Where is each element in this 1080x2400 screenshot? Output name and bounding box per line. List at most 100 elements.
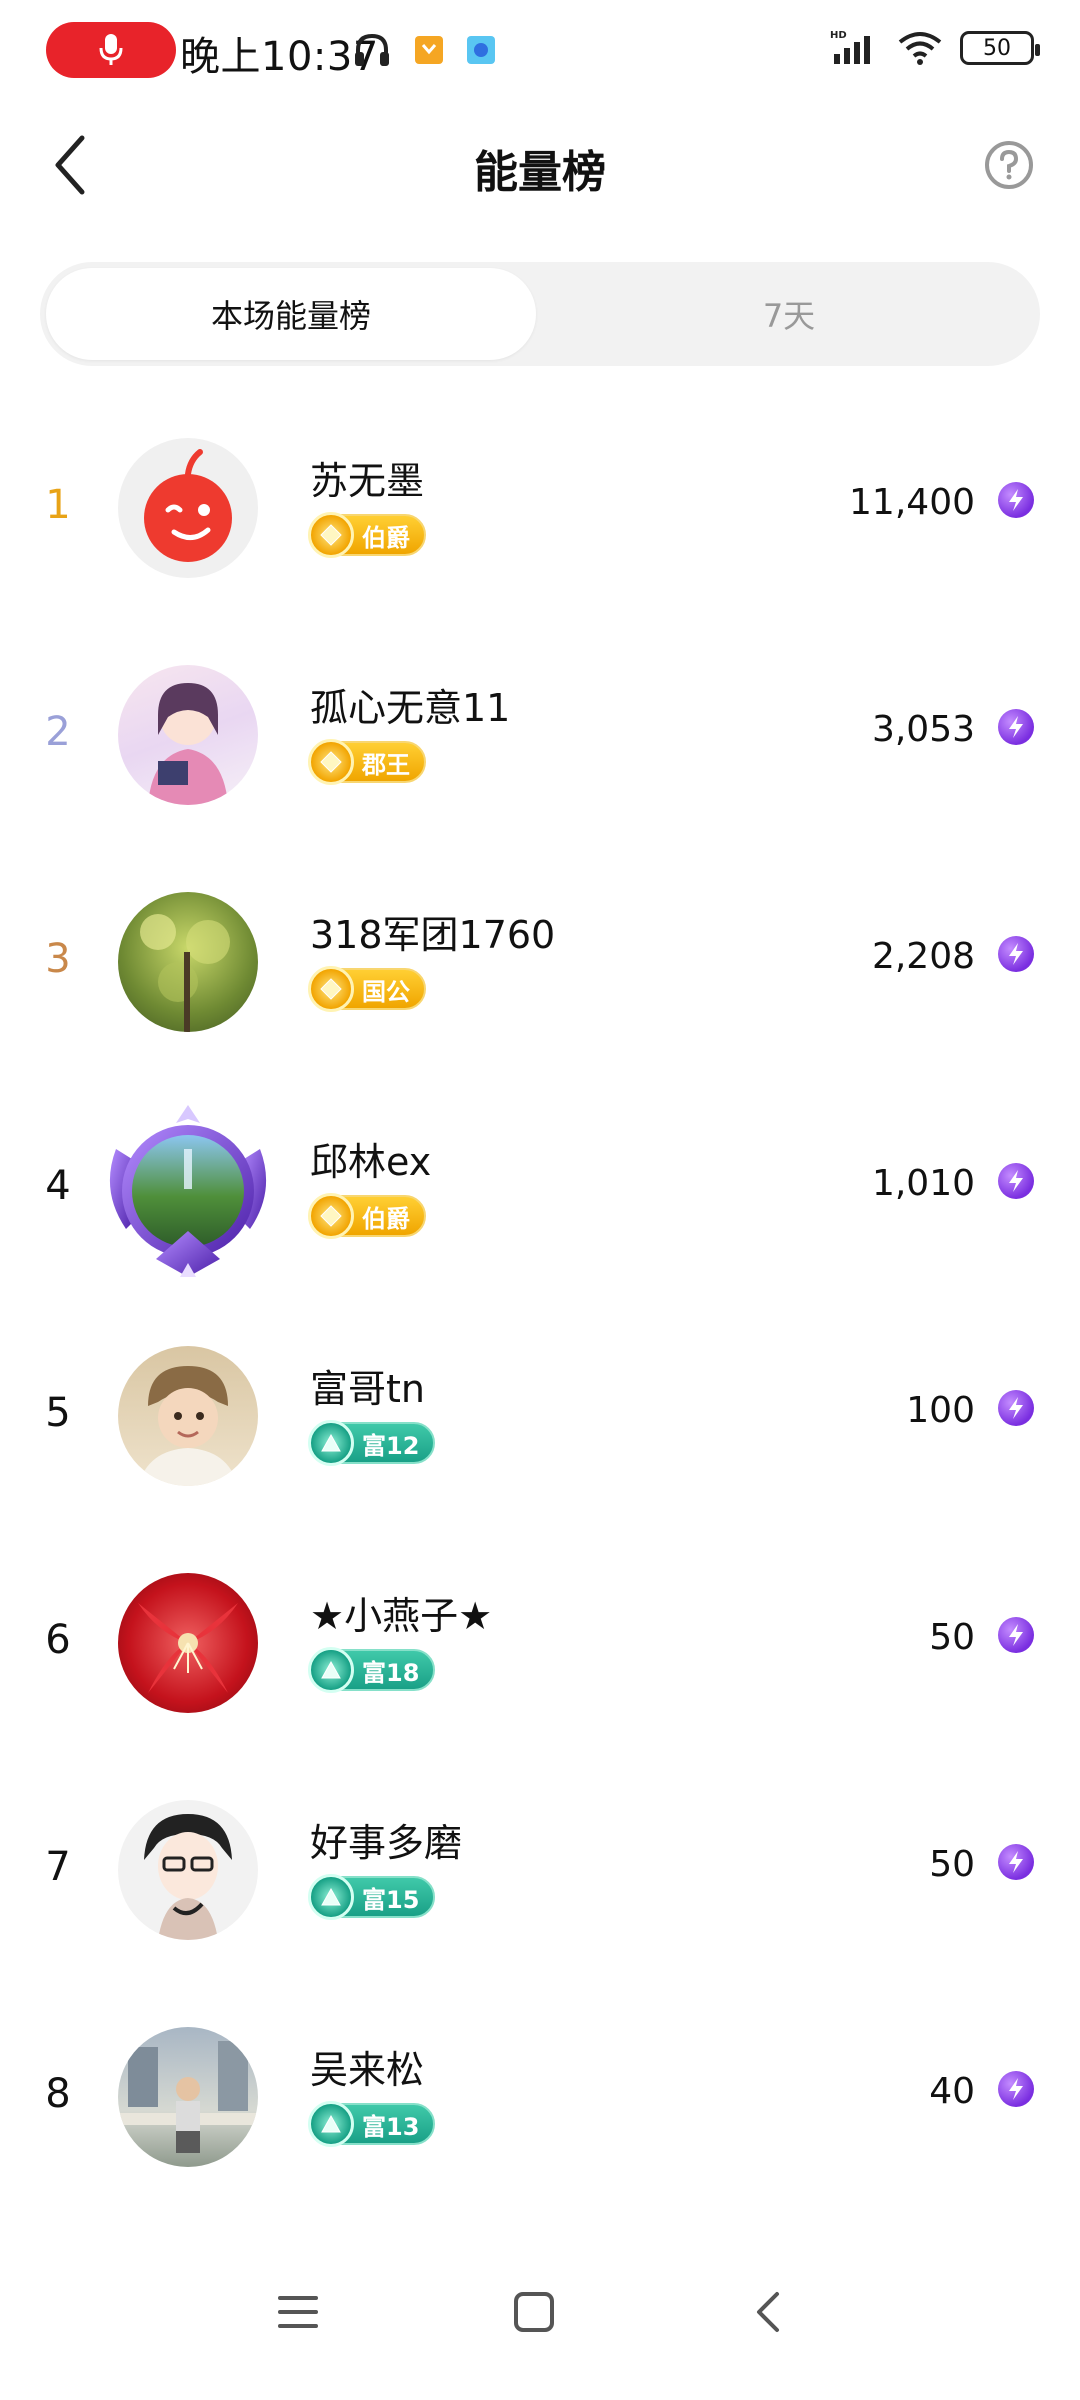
avatar[interactable]: [118, 1573, 258, 1713]
recording-indicator[interactable]: [46, 22, 176, 78]
page-title: 能量榜: [474, 147, 606, 198]
energy-icon: [998, 1163, 1034, 1199]
help-button[interactable]: [984, 140, 1034, 190]
ranking-list: 1 苏无墨 伯爵 11,400 2 孤心无意11 郡王 3,053 3 318军…: [0, 430, 1080, 2246]
list-item[interactable]: 1 苏无墨 伯爵 11,400: [0, 430, 1080, 657]
app-notification-icon: [415, 36, 443, 64]
rank-number: 8: [45, 2071, 71, 2117]
energy-score: 1,010: [871, 1163, 975, 1204]
list-item[interactable]: 2 孤心无意11 郡王 3,053: [0, 657, 1080, 884]
avatar[interactable]: [118, 665, 258, 805]
menu-button[interactable]: [268, 2282, 328, 2342]
ranking-tabs: 本场能量榜 7天: [40, 262, 1040, 366]
tab-current-session[interactable]: 本场能量榜: [46, 268, 536, 360]
app-notification-icon-2: [467, 36, 495, 64]
energy-icon: [998, 1844, 1034, 1880]
home-button[interactable]: [504, 2282, 564, 2342]
energy-icon: [998, 1617, 1034, 1653]
avatar[interactable]: [118, 892, 258, 1032]
signal-icon: HD: [830, 30, 870, 64]
list-item[interactable]: 6 ★小燕子★ 富18 50: [0, 1565, 1080, 1792]
status-icons-left: [352, 30, 496, 70]
home-icon: [514, 2292, 554, 2332]
rank-number: 6: [45, 1617, 71, 1663]
avatar-image: [138, 1603, 238, 1693]
badge-label: 郡王: [362, 750, 410, 779]
triangle-icon: [308, 1874, 354, 1920]
page-header: 能量榜: [0, 110, 1080, 220]
list-item[interactable]: 5 富哥tn 富12 100: [0, 1338, 1080, 1565]
status-time: 晚上10:37: [180, 34, 379, 80]
status-bar: 晚上10:37 HD 50: [0, 0, 1080, 100]
headphones-icon: [355, 33, 389, 66]
rank-number: 2: [45, 709, 71, 755]
rank-number: 5: [45, 1390, 71, 1436]
user-name: 富哥tn: [310, 1367, 425, 1411]
avatar-image: [140, 914, 230, 1032]
user-name: 好事多磨: [310, 1821, 463, 1865]
avatar[interactable]: [118, 1800, 258, 1940]
list-item[interactable]: 3 318军团1760 国公 2,208: [0, 884, 1080, 1111]
nav-back-icon: [757, 2292, 779, 2332]
badge-label: 伯爵: [362, 523, 410, 552]
rank-number: 7: [45, 1844, 71, 1890]
user-name: ★小燕子★: [310, 1594, 493, 1638]
wifi-icon: [898, 32, 942, 65]
list-item[interactable]: 8 吴来松 富13 40: [0, 2019, 1080, 2246]
avatar-image: [118, 2041, 258, 2153]
badge-label: 富15: [362, 1885, 420, 1914]
user-name: 吴来松: [310, 2048, 425, 2092]
avatar[interactable]: [96, 1099, 280, 1283]
energy-score: 40: [929, 2071, 975, 2112]
list-item[interactable]: 7 好事多磨 富15 50: [0, 1792, 1080, 2019]
energy-score: 50: [929, 1617, 975, 1658]
energy-score: 11,400: [849, 482, 975, 523]
badge-label: 富18: [362, 1658, 420, 1687]
badge-label: 富13: [362, 2112, 420, 2141]
avatar[interactable]: [118, 2027, 258, 2167]
triangle-icon: [308, 1420, 354, 1466]
avatar-image: [144, 449, 232, 562]
energy-score: 3,053: [871, 709, 975, 750]
wealth-level-badge: 富18: [308, 1647, 436, 1693]
noble-badge: 国公: [308, 966, 426, 1012]
nav-back-button[interactable]: [738, 2282, 798, 2342]
avatar[interactable]: [118, 438, 258, 578]
energy-icon: [998, 2071, 1034, 2107]
avatar-frame: [109, 1105, 267, 1277]
diamond-icon: [308, 966, 354, 1012]
energy-icon: [998, 936, 1034, 972]
energy-icon: [998, 1390, 1034, 1426]
triangle-icon: [308, 2101, 354, 2147]
microphone-icon: [99, 34, 123, 65]
avatar-image: [148, 683, 228, 805]
system-navigation-bar: [0, 2240, 1080, 2400]
energy-icon: [998, 482, 1034, 518]
rank-number: 4: [45, 1163, 71, 1209]
user-name: 孤心无意11: [310, 686, 511, 730]
status-icons-right: HD 50: [830, 28, 1040, 68]
rank-number: 1: [45, 482, 71, 528]
diamond-icon: [308, 739, 354, 785]
noble-badge: 伯爵: [308, 512, 426, 558]
wealth-level-badge: 富13: [308, 2101, 436, 2147]
avatar[interactable]: [118, 1346, 258, 1486]
user-name: 苏无墨: [310, 459, 425, 503]
wealth-level-badge: 富15: [308, 1874, 436, 1920]
badge-label: 富12: [362, 1431, 420, 1460]
wealth-level-badge: 富12: [308, 1420, 436, 1466]
tab-7-days[interactable]: 7天: [544, 268, 1034, 360]
list-item[interactable]: 4 邱林ex 伯爵 1,010: [0, 1105, 1080, 1338]
battery-indicator: 50: [960, 31, 1040, 65]
energy-score: 50: [929, 1844, 975, 1885]
battery-level: 50: [983, 35, 1011, 61]
badge-label: 伯爵: [362, 1204, 410, 1233]
help-icon: [985, 141, 1033, 189]
diamond-icon: [308, 1193, 354, 1239]
diamond-icon: [308, 512, 354, 558]
energy-icon: [998, 709, 1034, 745]
noble-badge: 郡王: [308, 739, 426, 785]
badge-label: 国公: [362, 977, 410, 1006]
svg-text:HD: HD: [830, 30, 847, 41]
rank-number: 3: [45, 936, 71, 982]
